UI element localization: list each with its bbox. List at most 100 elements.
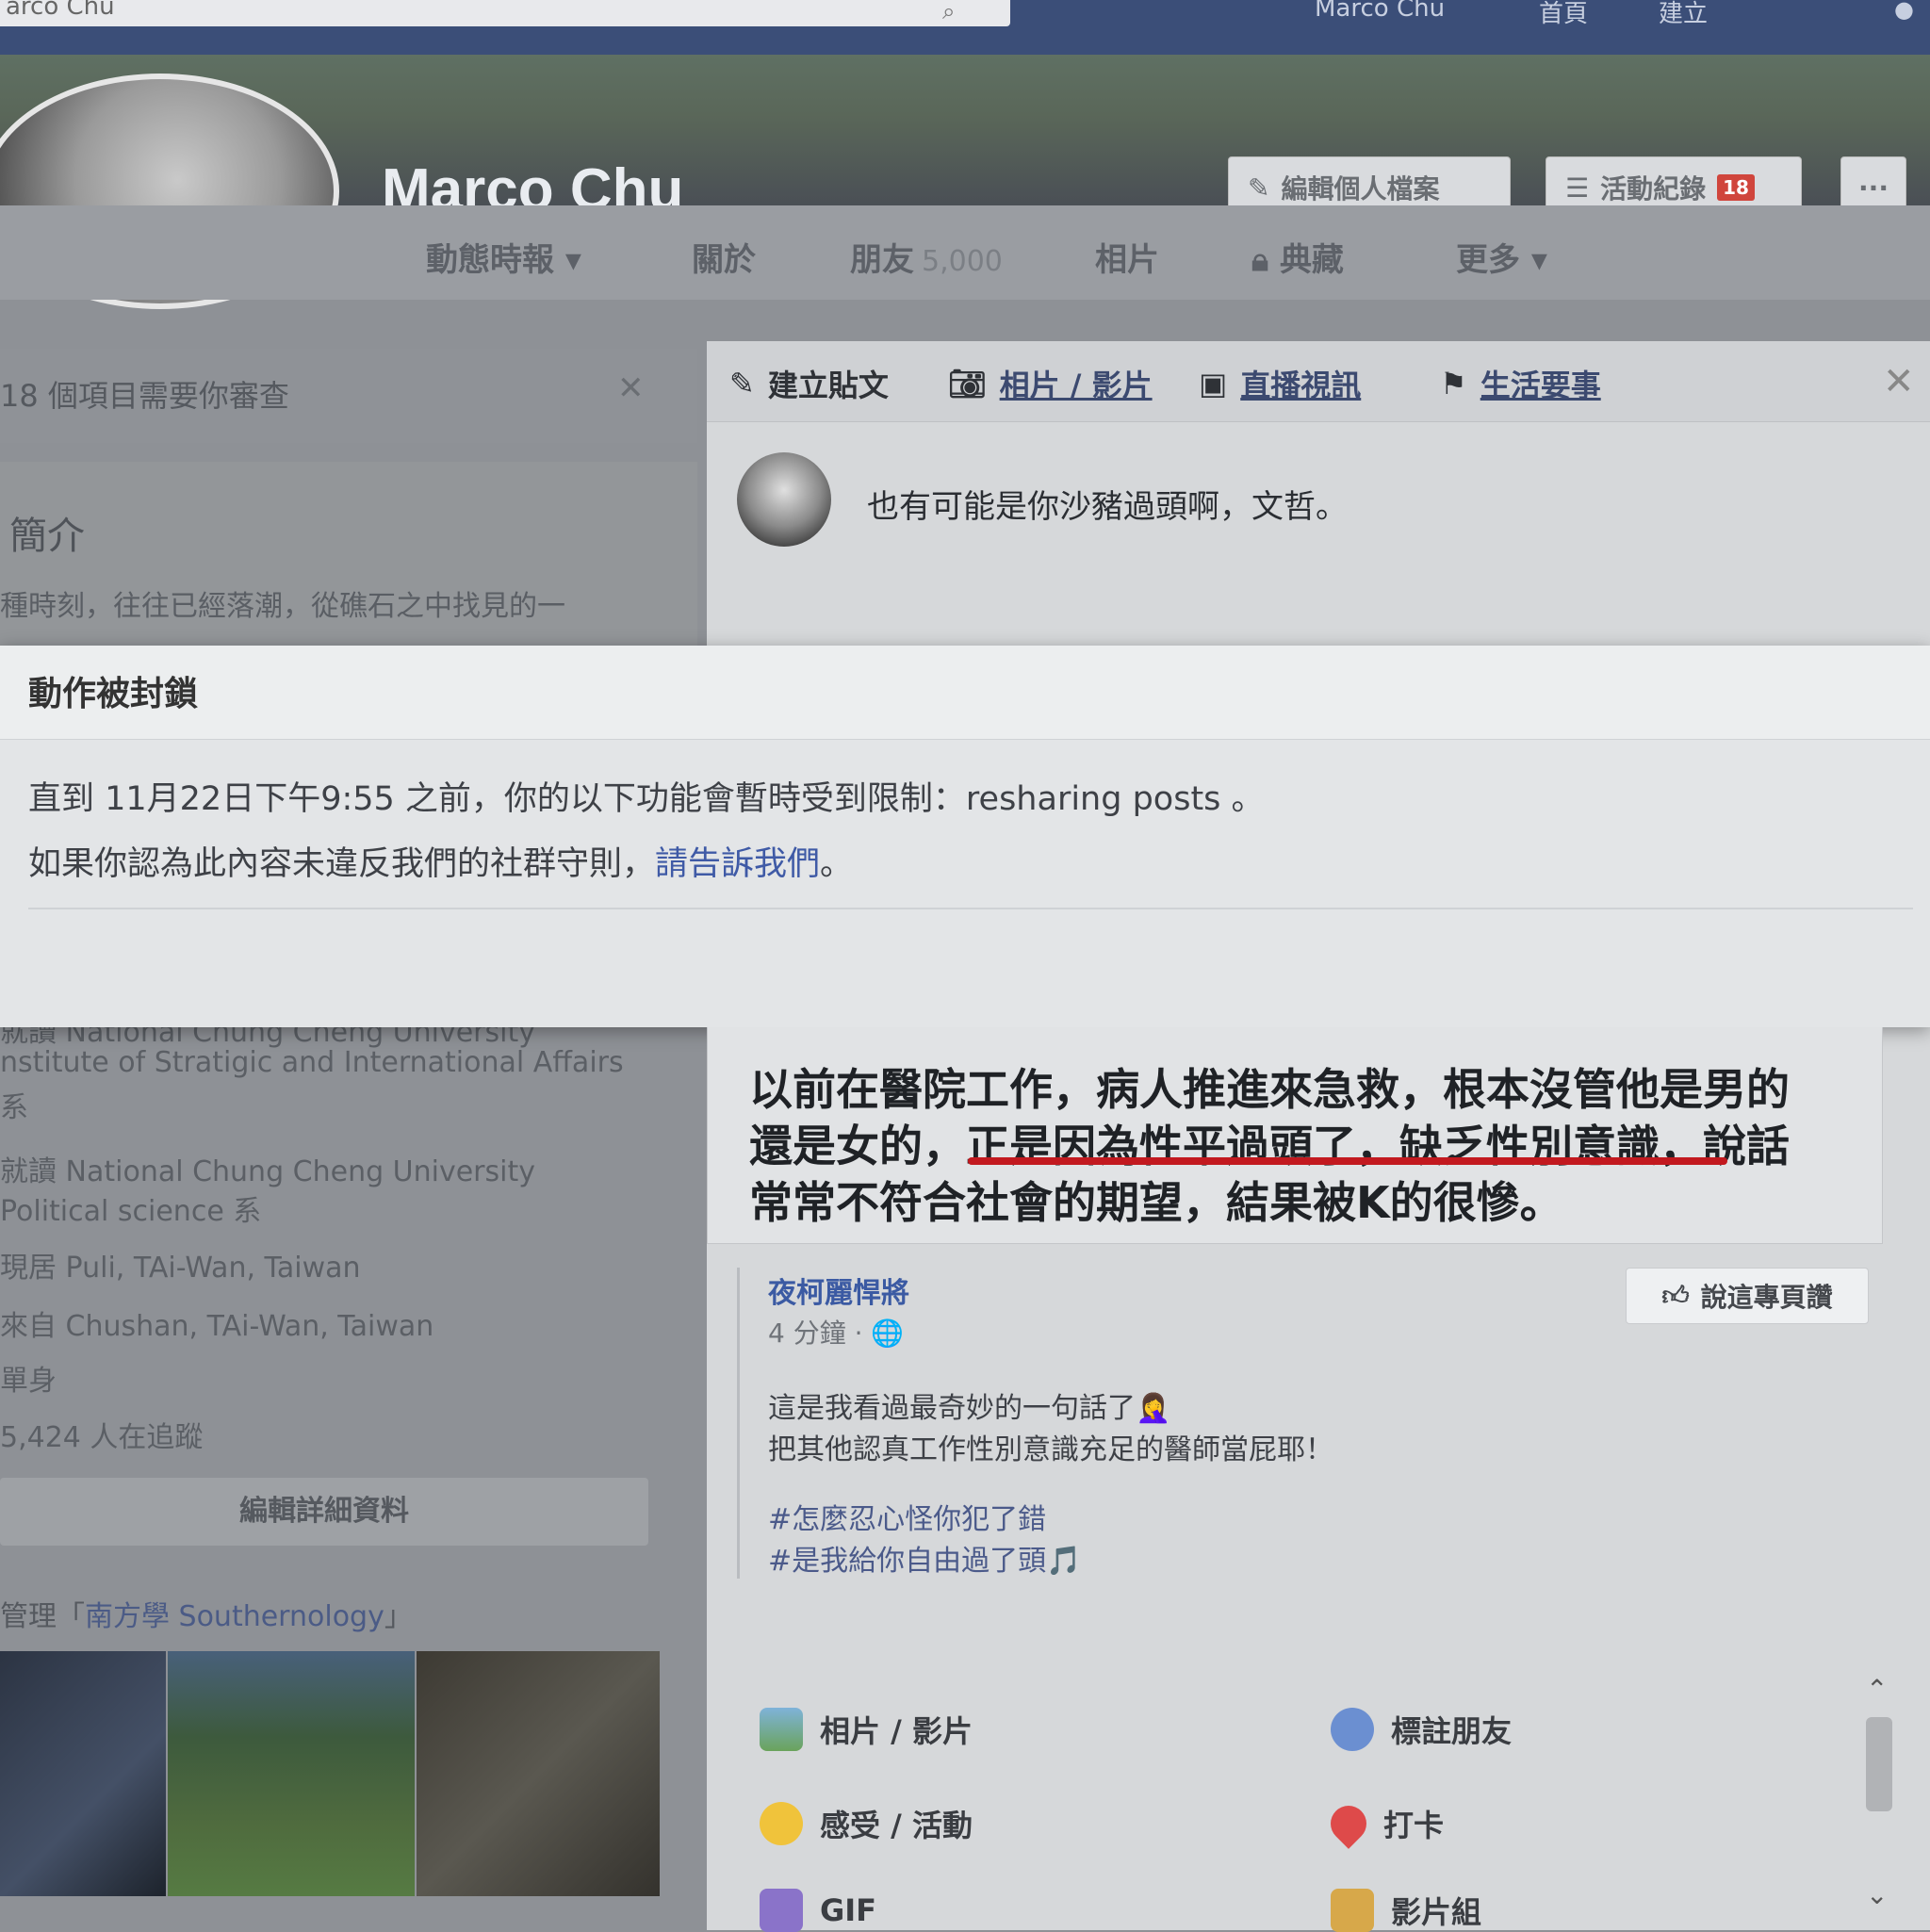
edit-details-button[interactable]: 編輯詳細資料 — [0, 1478, 648, 1546]
info-education-2: 就讀 National Chung Cheng University — [0, 1155, 535, 1188]
tab-photo-video[interactable]: 📷︎ 相片 / 影片 — [948, 362, 1153, 405]
tab-friends-label: 朋友 — [850, 241, 914, 279]
option-tag-friends-label: 標註朋友 — [1391, 1713, 1513, 1749]
composer-options: 相片 / 影片 標註朋友 感受 / 活動 打卡 GIF 影片組 — [737, 1659, 1868, 1932]
post-text-line-1: 這是我看過最奇妙的一句話了🤦‍♀️ — [768, 1392, 1171, 1425]
chevron-up-icon[interactable]: ⌃ — [1866, 1674, 1888, 1705]
composer-text-input[interactable]: 也有可能是你沙豬過頭啊，文哲。 — [867, 481, 1348, 527]
intro-title: 簡介 — [9, 515, 85, 558]
search-icon[interactable]: ⌕ — [942, 0, 955, 25]
report-link[interactable]: 請告訴我們 — [655, 845, 820, 883]
option-check-in[interactable]: 打卡 — [1323, 1798, 1445, 1849]
top-home-link[interactable]: 首頁 — [1539, 0, 1588, 29]
page-name-link[interactable]: 夜柯麗悍將 — [768, 1269, 909, 1311]
gif-icon — [760, 1889, 803, 1932]
profile-nav: 動態時報 ▾ 關於 朋友 5,000 相片 🔒︎ 典藏 更多 ▾ — [0, 205, 1930, 300]
search-input-value[interactable]: arco Chu — [6, 0, 115, 21]
tab-life-event-label: 生活要事 — [1480, 368, 1601, 403]
red-underline-annotation — [968, 1157, 1727, 1165]
manage-page-link[interactable]: 南方學 Southernology — [85, 1600, 384, 1633]
manage-suffix: 」 — [384, 1600, 413, 1633]
info-followers[interactable]: 5,424 人在追蹤 — [0, 1414, 203, 1455]
tab-about[interactable]: 關於 — [692, 234, 756, 280]
action-blocked-dialog: 動作被封鎖 直到 11月22日下午9:55 之前，你的以下功能會暫時受到限制：r… — [0, 646, 1930, 1027]
list-icon: ☰ — [1565, 172, 1590, 204]
hashtag-link[interactable]: #怎麼忍心怪你犯了錯 — [768, 1496, 1046, 1537]
tab-archive[interactable]: 🔒︎ 典藏 — [1251, 234, 1344, 280]
flag-icon: ⚑ — [1440, 366, 1467, 401]
top-navigation-bar: arco Chu ⌕ Marco Chu 首頁 建立 ● — [0, 0, 1930, 55]
scrollbar-thumb[interactable] — [1866, 1717, 1892, 1811]
video-camera-icon: ▣ — [1199, 366, 1228, 401]
option-photo-video-label: 相片 / 影片 — [820, 1713, 973, 1749]
review-banner[interactable]: 18 個項目需要你審查 ✕ — [0, 349, 697, 443]
hashtag-link[interactable]: #是我給你自由過了頭🎵 — [768, 1537, 1082, 1579]
edit-profile-label: 編輯個人檔案 — [1281, 173, 1440, 205]
search-bar[interactable]: arco Chu ⌕ — [0, 0, 1010, 26]
option-feeling-activity[interactable]: 感受 / 活動 — [760, 1802, 973, 1845]
photo-thumbnail[interactable] — [417, 1651, 660, 1896]
info-lives-in: 現居 Puli, TAi-Wan, Taiwan — [0, 1252, 361, 1285]
option-photo-video[interactable]: 相片 / 影片 — [760, 1708, 973, 1751]
info-education-1-dept: nstitute of Stratigic and International … — [0, 1046, 624, 1079]
appeal-suffix: 。 — [820, 845, 854, 883]
option-watch-party[interactable]: 影片組 — [1331, 1889, 1481, 1932]
like-page-label: 說這專頁讚 — [1700, 1282, 1833, 1313]
smiley-icon — [760, 1802, 803, 1845]
option-tag-friends[interactable]: 標註朋友 — [1331, 1708, 1512, 1751]
info-relationship: 單身 — [0, 1365, 57, 1398]
camera-icon: 📷︎ — [948, 366, 987, 401]
top-create-link[interactable]: 建立 — [1659, 0, 1708, 29]
option-feeling-label: 感受 / 活動 — [820, 1808, 973, 1843]
info-from: 來自 Chushan, TAi-Wan, Taiwan — [0, 1310, 434, 1343]
tab-life-event[interactable]: ⚑ 生活要事 — [1440, 362, 1601, 405]
quote-line-1: 以前在醫院工作，病人推進來急救，根本沒管他是男的 — [749, 1064, 1790, 1115]
more-icon: ··· — [1858, 172, 1889, 204]
location-pin-icon — [1323, 1798, 1374, 1849]
quote-line-2: 還是女的，正是因為性平過頭了，缺乏性別意識，說話 — [749, 1121, 1790, 1171]
notifications-icon[interactable]: ● — [1894, 0, 1914, 23]
top-user-link[interactable]: Marco Chu — [1315, 0, 1445, 23]
activity-count-badge: 18 — [1717, 174, 1755, 201]
pencil-icon: ✎ — [1248, 172, 1270, 204]
photos-grid — [0, 1651, 660, 1930]
composer-tabs: ✎ 建立貼文 📷︎ 相片 / 影片 ▣ 直播視訊 ⚑ 生活要事 ✕ — [707, 341, 1930, 422]
appeal-prefix: 如果你認為此內容未違反我們的社群守則， — [28, 845, 656, 883]
shared-post: 夜柯麗悍將 4 分鐘 · 🌐 👍︎ 說這專頁讚 這是我看過最奇妙的一句話了🤦‍♀… — [737, 1268, 1887, 1579]
tab-timeline[interactable]: 動態時報 ▾ — [426, 234, 581, 280]
tab-create-post[interactable]: ✎ 建立貼文 — [729, 362, 889, 405]
close-icon[interactable]: ✕ — [617, 369, 645, 407]
options-scrollbar[interactable]: ⌃ ⌄ — [1860, 1674, 1898, 1930]
option-checkin-label: 打卡 — [1383, 1808, 1445, 1843]
thumbs-up-icon: 👍︎ — [1661, 1280, 1690, 1311]
tab-archive-label: 典藏 — [1279, 241, 1344, 279]
intro-section: 簡介 種時刻，往往已經落潮，從礁石之中找見的一 — [0, 462, 697, 650]
popcorn-icon — [1331, 1889, 1374, 1932]
photo-thumbnail[interactable] — [0, 1651, 166, 1896]
tab-friends[interactable]: 朋友 5,000 — [850, 234, 1003, 280]
composer-avatar — [737, 452, 831, 547]
intro-text: 種時刻，往往已經落潮，從礁石之中找見的一 — [0, 590, 565, 623]
lock-icon: 🔒︎ — [1251, 241, 1280, 279]
manage-page-line: 管理「南方學 Southernology」 — [0, 1593, 413, 1634]
pencil-icon: ✎ — [729, 366, 755, 401]
info-education-1-suffix: 系 — [0, 1091, 28, 1124]
dialog-title: 動作被封鎖 — [28, 675, 199, 713]
chevron-down-icon[interactable]: ⌄ — [1866, 1879, 1888, 1910]
tab-more[interactable]: 更多 ▾ — [1456, 234, 1547, 280]
tab-live-video[interactable]: ▣ 直播視訊 — [1199, 362, 1361, 405]
like-page-button[interactable]: 👍︎ 說這專頁讚 — [1626, 1268, 1869, 1324]
option-gif[interactable]: GIF — [760, 1889, 876, 1932]
tab-photo-video-label: 相片 / 影片 — [999, 368, 1153, 403]
tab-photos[interactable]: 相片 — [1095, 234, 1159, 280]
post-timestamp[interactable]: 4 分鐘 · 🌐 — [768, 1313, 904, 1351]
option-gif-label: GIF — [820, 1892, 877, 1928]
photo-thumbnail[interactable] — [168, 1651, 415, 1896]
divider — [28, 908, 1913, 909]
dialog-header: 動作被封鎖 — [0, 646, 1930, 740]
close-icon[interactable]: ✕ — [1883, 360, 1915, 403]
activity-log-label: 活動紀錄 — [1600, 173, 1707, 205]
cover-photo: Marco Chu ✎ 編輯個人檔案 ☰ 活動紀錄 18 ··· — [0, 55, 1930, 309]
quote-line-3: 常常不符合社會的期望，結果被K的很慘。 — [749, 1177, 1563, 1228]
tab-create-post-label: 建立貼文 — [767, 368, 889, 403]
